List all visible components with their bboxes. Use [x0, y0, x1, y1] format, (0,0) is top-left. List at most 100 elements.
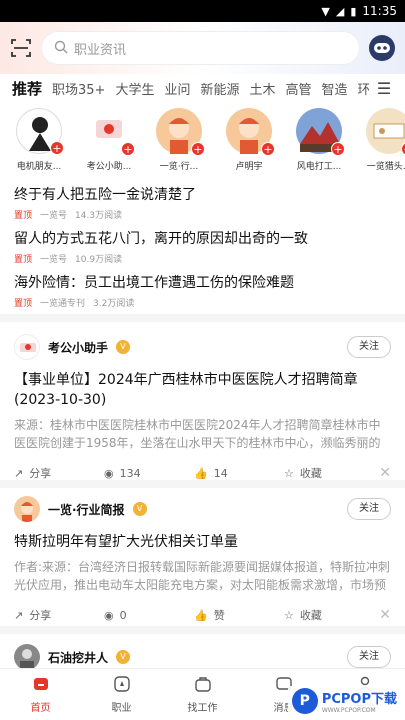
battery-icon: ▮	[350, 4, 357, 18]
pin-badge: 置顶	[14, 299, 33, 309]
wifi-icon: ▼	[321, 4, 330, 18]
favorite-button[interactable]: ☆ 收藏	[284, 607, 374, 623]
headline-reads: 14.3万阅读	[75, 211, 123, 221]
feed-card[interactable]: 一览·行业简报 V 关注 特斯拉明年有望扩大光伏相关订单量 作者:来源：台湾经济…	[0, 494, 405, 630]
pin-badge: 置顶	[14, 255, 33, 265]
eye-icon: ◉	[104, 466, 114, 480]
headline-item[interactable]: 海外险情：员工出境工作遭遇工伤的保险难题 置顶 一览通专刊 3.2万阅读	[14, 274, 391, 309]
headline-title[interactable]: 留人的方式五花八门，离开的原因却出奇的一致	[14, 230, 391, 249]
avatar[interactable]	[14, 496, 40, 522]
avatar[interactable]	[14, 644, 40, 670]
star-icon: ☆	[284, 466, 294, 480]
add-follow-icon[interactable]: +	[331, 142, 345, 156]
likes-label: 14	[213, 466, 228, 480]
verified-badge-icon: V	[132, 502, 147, 516]
avatar: +	[296, 108, 345, 156]
tab-item[interactable]: 职场35+	[52, 79, 105, 98]
like-button[interactable]: 👍 赞	[194, 607, 284, 623]
briefcase-icon	[194, 675, 212, 696]
favorite-label: 收藏	[299, 467, 322, 480]
tab-home[interactable]: 首页	[0, 669, 81, 720]
menu-icon[interactable]: ☰	[369, 74, 399, 102]
star-icon: ☆	[284, 608, 294, 622]
section-divider	[0, 626, 405, 634]
close-icon[interactable]: ✕	[379, 465, 391, 481]
add-follow-icon[interactable]: +	[121, 142, 135, 156]
headline-item[interactable]: 留人的方式五花八门，离开的原因却出奇的一致 置顶 一览号 10.9万阅读	[14, 230, 391, 265]
tab-item[interactable]: 新能源	[200, 79, 239, 98]
avatar[interactable]	[14, 334, 40, 360]
share-button[interactable]: ↗ 分享	[14, 465, 104, 481]
follow-name: 一览·行...	[159, 162, 199, 172]
add-follow-icon[interactable]: +	[50, 141, 64, 155]
add-follow-icon[interactable]: +	[191, 142, 205, 156]
share-label: 分享	[29, 467, 52, 480]
follow-item[interactable]: + 卢明宇	[222, 108, 276, 180]
follow-item[interactable]: + 电机朋友...	[12, 108, 66, 180]
section-divider	[0, 480, 405, 488]
favorite-button[interactable]: ☆ 收藏	[284, 465, 374, 481]
likes-label: 赞	[213, 609, 225, 622]
tab-item[interactable]: 业问	[164, 79, 190, 98]
follow-name: 一览猎头...	[366, 162, 405, 172]
views-count: ◉ 134	[104, 467, 194, 480]
add-follow-icon[interactable]: +	[261, 142, 275, 156]
follow-item[interactable]: + 考公小助...	[82, 108, 136, 180]
tab-item[interactable]: 智造	[322, 79, 348, 98]
search-input[interactable]: 职业资讯	[74, 39, 126, 58]
views-label: 134	[119, 466, 141, 480]
headline-item[interactable]: 终于有人把五险一金说清楚了 置顶 一览号 14.3万阅读	[14, 186, 391, 221]
follow-button[interactable]: 关注	[347, 646, 391, 668]
verified-badge-icon: V	[116, 340, 131, 354]
thumb-up-icon: 👍	[194, 608, 208, 622]
headline-title[interactable]: 海外险情：员工出境工作遭遇工伤的保险难题	[14, 274, 391, 293]
follow-name: 风电打工...	[296, 162, 342, 172]
author-name[interactable]: 考公小助手	[48, 339, 108, 356]
follow-name: 电机朋友...	[16, 162, 62, 172]
tab-find-job[interactable]: 找工作	[162, 669, 243, 720]
favorite-label: 收藏	[299, 609, 322, 622]
share-icon: ↗	[14, 466, 24, 480]
tab-label: 找工作	[187, 703, 218, 714]
tab-item[interactable]: 土木	[250, 79, 276, 98]
search-bar[interactable]: 职业资讯	[42, 32, 359, 64]
recommended-follows: + 电机朋友... + 考公小助... + 一览·行... + 卢明宇 + 风电…	[0, 108, 405, 180]
robot-assistant-icon[interactable]	[369, 35, 395, 61]
follow-item[interactable]: + 风电打工...	[292, 108, 346, 180]
scan-icon[interactable]	[10, 37, 32, 59]
follow-button[interactable]: 关注	[347, 498, 391, 520]
views-count: ◉ 0	[104, 609, 194, 622]
follow-item[interactable]: + 一览·行...	[152, 108, 206, 180]
author-name[interactable]: 石油挖井人	[48, 649, 108, 666]
headline-source: 一览号	[40, 255, 68, 265]
follow-item[interactable]: + 一览猎头...	[362, 108, 405, 180]
tab-career[interactable]: 职业	[81, 669, 162, 720]
verified-badge-icon: V	[116, 650, 131, 664]
tab-item[interactable]: 高管	[286, 79, 312, 98]
headline-title[interactable]: 终于有人把五险一金说清楚了	[14, 186, 391, 205]
share-button[interactable]: ↗ 分享	[14, 607, 104, 623]
avatar: +	[16, 108, 64, 155]
status-time: 11:35	[362, 4, 397, 18]
headline-source: 一览通专刊	[40, 299, 86, 309]
card-title[interactable]: 【事业单位】2024年广西桂林市中医医院人才招聘简章(2023-10-30)	[14, 370, 391, 410]
tab-label: 首页	[30, 703, 51, 714]
avatar: +	[226, 108, 275, 156]
site-watermark: P PCPOP下载 WWW.PCPOP.COM	[287, 686, 401, 716]
headline-reads: 3.2万阅读	[93, 299, 135, 309]
feed-card[interactable]: 考公小助手 V 关注 【事业单位】2024年广西桂林市中医医院人才招聘简章(20…	[0, 332, 405, 488]
avatar: +	[156, 108, 205, 156]
follow-button[interactable]: 关注	[347, 336, 391, 358]
tab-recommend[interactable]: 推荐	[12, 78, 42, 99]
top-header: 职业资讯	[0, 22, 405, 74]
author-name[interactable]: 一览·行业简报	[48, 501, 125, 518]
share-label: 分享	[29, 609, 52, 622]
eye-icon: ◉	[104, 608, 114, 622]
watermark-text: PCPOP下载	[321, 692, 397, 707]
close-icon[interactable]: ✕	[379, 607, 391, 623]
home-icon	[32, 675, 50, 696]
card-title[interactable]: 特斯拉明年有望扩大光伏相关订单量	[14, 532, 391, 552]
tab-item[interactable]: 大学生	[115, 79, 154, 98]
like-button[interactable]: 👍 14	[194, 467, 284, 480]
share-icon: ↗	[14, 608, 24, 622]
